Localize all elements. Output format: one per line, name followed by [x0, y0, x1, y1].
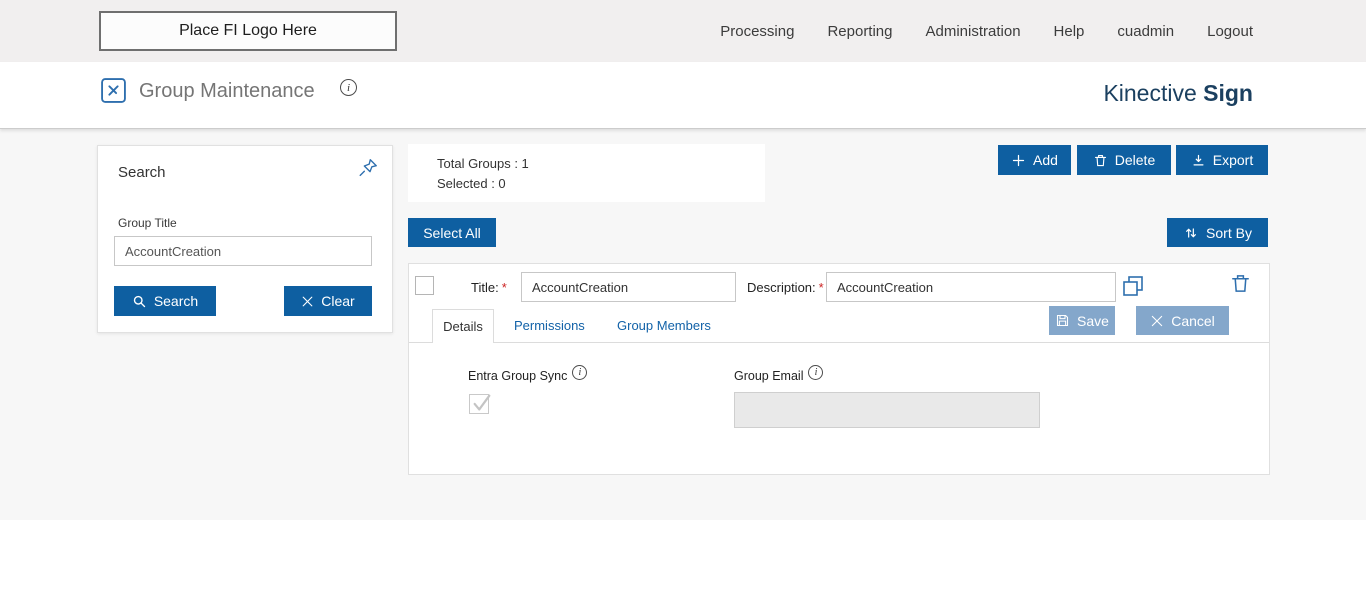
brand-second: Sign	[1203, 80, 1253, 106]
search-button[interactable]: Search	[114, 286, 216, 316]
group-email-input	[734, 392, 1040, 428]
row-delete-icon[interactable]	[1229, 272, 1252, 298]
sort-by-button-label: Sort By	[1206, 224, 1252, 241]
group-maintenance-icon	[100, 77, 127, 104]
summary-panel: Total Groups : 1 Selected : 0	[408, 144, 765, 202]
group-card: Title:* Description:* Details Permission…	[408, 263, 1270, 475]
nav-administration[interactable]: Administration	[926, 23, 1021, 40]
clear-icon	[302, 296, 313, 306]
group-email-label-text: Group Email	[734, 369, 804, 383]
export-button[interactable]: Export	[1176, 145, 1268, 175]
sort-by-button[interactable]: Sort By	[1167, 218, 1268, 247]
clear-button-label: Clear	[321, 293, 355, 309]
page-title: Group Maintenance	[139, 80, 315, 102]
title-required-mark: *	[501, 280, 507, 295]
tab-group-members[interactable]: Group Members	[617, 309, 711, 342]
tab-details-label: Details	[443, 319, 483, 334]
delete-button-label: Delete	[1114, 152, 1156, 168]
page: Place FI Logo Here Processing Reporting …	[0, 0, 1366, 589]
title-input[interactable]	[521, 272, 736, 302]
tabs-underline	[409, 342, 1269, 343]
group-title-input[interactable]	[114, 236, 372, 266]
delete-icon	[1094, 154, 1106, 166]
delete-button[interactable]: Delete	[1077, 145, 1171, 175]
fi-logo-text: Place FI Logo Here	[179, 22, 317, 39]
entra-group-sync-label-text: Entra Group Sync	[468, 369, 568, 383]
description-label: Description: *	[747, 280, 824, 295]
save-icon	[1057, 314, 1069, 327]
pin-icon[interactable]	[357, 157, 379, 182]
select-all-button[interactable]: Select All	[408, 218, 496, 247]
brand-first: Kinective	[1103, 80, 1197, 106]
entra-group-sync-checkbox[interactable]	[469, 394, 491, 414]
nav-user-cuadmin[interactable]: cuadmin	[1117, 23, 1174, 40]
title-label-text: Title:	[471, 280, 499, 295]
cancel-button[interactable]: Cancel	[1136, 306, 1229, 335]
search-icon	[133, 295, 145, 307]
tab-permissions-label: Permissions	[514, 318, 585, 333]
brand-logo: Kinective Sign	[1103, 80, 1253, 107]
tab-details[interactable]: Details	[432, 309, 494, 343]
group-email-info-icon[interactable]: i	[808, 365, 824, 380]
clear-button[interactable]: Clear	[284, 286, 372, 316]
copy-icon[interactable]	[1121, 274, 1145, 301]
tab-group-members-label: Group Members	[617, 318, 711, 333]
nav-help[interactable]: Help	[1054, 23, 1085, 40]
subheader: Group Maintenance i Kinective Sign	[0, 62, 1366, 129]
description-required-mark: *	[818, 280, 824, 295]
page-info-icon[interactable]: i	[340, 79, 357, 96]
nav-processing[interactable]: Processing	[720, 23, 794, 40]
tab-permissions[interactable]: Permissions	[514, 309, 585, 342]
add-button[interactable]: Add	[998, 145, 1071, 175]
save-button[interactable]: Save	[1049, 306, 1115, 335]
group-email-label: Group Email i	[734, 365, 824, 383]
total-groups-count: Total Groups : 1	[437, 155, 529, 171]
export-icon	[1193, 154, 1204, 165]
select-all-button-label: Select All	[423, 224, 481, 241]
add-icon	[1012, 154, 1025, 166]
entra-group-sync-label: Entra Group Sync i	[468, 365, 588, 383]
selected-count: Selected : 0	[437, 175, 506, 191]
entra-group-sync-info-icon[interactable]: i	[572, 365, 588, 380]
search-panel-title: Search	[118, 164, 166, 181]
fi-logo-placeholder: Place FI Logo Here	[99, 11, 397, 51]
search-button-label: Search	[153, 293, 199, 309]
entra-check-icon	[473, 394, 491, 411]
nav-reporting[interactable]: Reporting	[827, 23, 892, 40]
nav-logout[interactable]: Logout	[1207, 23, 1253, 40]
sort-by-icon	[1186, 227, 1196, 238]
export-button-label: Export	[1212, 152, 1254, 168]
cancel-icon	[1152, 315, 1163, 326]
cancel-button-label: Cancel	[1171, 312, 1215, 329]
top-nav: Processing Reporting Administration Help…	[720, 0, 1253, 62]
description-input[interactable]	[826, 272, 1116, 302]
search-panel: Search Group Title Search Clear	[97, 145, 393, 333]
top-bar: Place FI Logo Here Processing Reporting …	[0, 0, 1366, 62]
title-label: Title: *	[471, 280, 507, 295]
row-checkbox[interactable]	[415, 276, 434, 295]
group-title-label: Group Title	[118, 216, 177, 230]
description-label-text: Description:	[747, 280, 816, 295]
add-button-label: Add	[1033, 152, 1058, 168]
save-button-label: Save	[1077, 312, 1109, 329]
